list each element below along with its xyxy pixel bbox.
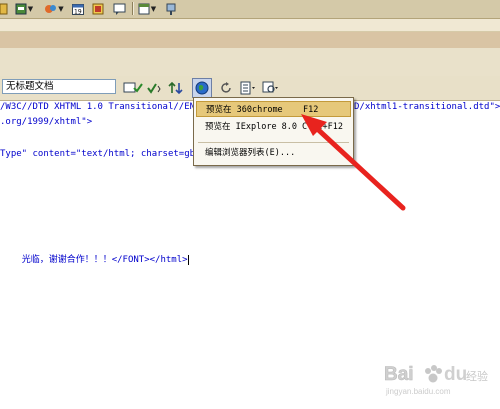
insert-bar-tabs (0, 19, 500, 32)
view-options-icon (240, 81, 255, 95)
server-include-button[interactable] (92, 1, 104, 16)
include-icon (92, 3, 104, 14)
code-line-xmlns: .org/1999/xhtml"> (0, 117, 93, 127)
validate-icon (147, 83, 161, 94)
chevron-down-icon: ▼ (58, 4, 64, 13)
menu-item-shortcut: Ctrl+F12 (302, 122, 343, 132)
text-cursor (187, 254, 189, 265)
svg-text:du: du (444, 364, 467, 385)
top-toolbar: ▼ ▼ 19 ▼ (0, 0, 500, 19)
svg-text:19: 19 (74, 8, 82, 15)
code-line-body-end: 光临，谢谢合作！！！</FONT></html> (0, 242, 189, 265)
menu-item-preview-360chrome[interactable]: 预览在 360chrome F12 (196, 101, 351, 117)
code-line-doctype: /W3C//DTD XHTML 1.0 Transitional//EN" (0, 102, 201, 112)
tag-chooser-button[interactable] (164, 1, 178, 16)
toolbar-separator (132, 2, 133, 15)
browser-check-icon (123, 82, 143, 93)
refresh-button[interactable] (219, 80, 233, 96)
code-line-text: 光临，谢谢合作！！！</FONT></html> (21, 255, 188, 265)
svg-text:Bai: Bai (384, 364, 414, 385)
comment-icon (113, 3, 125, 15)
title-input[interactable] (2, 79, 116, 94)
menu-item-label: 编辑浏览器列表(E)... (205, 148, 296, 158)
preview-browser-menu: 预览在 360chrome F12 预览在 IExplore 8.0 Ctrl+… (193, 97, 354, 166)
templates-button[interactable]: ▼ (42, 1, 66, 16)
code-line-meta: Type" content="text/html; charset=gb2 (0, 149, 201, 159)
visual-aids-button[interactable] (262, 80, 280, 96)
menu-separator (198, 142, 349, 143)
toolbar-gap (0, 48, 500, 76)
file-management-button[interactable] (168, 80, 186, 96)
menu-item-shortcut: F12 (303, 105, 319, 115)
comment-button[interactable] (112, 1, 126, 16)
media-icon (15, 3, 27, 14)
menu-item-preview-iexplore[interactable]: 预览在 IExplore 8.0 Ctrl+F12 (196, 119, 351, 135)
menu-item-edit-browser-list[interactable]: 编辑浏览器列表(E)... (196, 145, 351, 161)
tag-icon (166, 3, 176, 15)
head-button[interactable]: ▼ (136, 1, 158, 16)
visual-aids-icon (262, 81, 278, 93)
globe-icon (195, 81, 209, 95)
svg-text:jingyan.baidu.com: jingyan.baidu.com (385, 387, 451, 396)
baidu-watermark: Bai du 经验 jingyan.baidu.com (382, 356, 496, 398)
image-icon[interactable] (0, 1, 8, 16)
menu-item-label: 预览在 360chrome (206, 105, 283, 115)
document-tab-bar (0, 32, 500, 48)
preview-in-browser-button[interactable] (192, 78, 212, 98)
code-line-dtd: D/xhtml1-transitional.dtd"> (354, 102, 500, 112)
svg-text:经验: 经验 (466, 369, 488, 383)
up-down-arrows-icon (168, 81, 183, 95)
baidu-logo: Bai du 经验 jingyan.baidu.com (384, 364, 488, 396)
validate-markup-button[interactable] (146, 80, 162, 96)
date-button[interactable]: 19 (72, 1, 84, 16)
chevron-down-icon: ▼ (150, 4, 157, 13)
menu-item-label: 预览在 IExplore 8.0 (205, 122, 298, 132)
media-button[interactable]: ▼ (12, 1, 36, 16)
refresh-icon (221, 82, 231, 93)
templates-icon (45, 4, 57, 13)
chevron-down-icon: ▼ (27, 4, 34, 13)
view-options-button[interactable] (239, 80, 257, 96)
calendar-icon: 19 (72, 3, 84, 15)
head-icon (138, 3, 150, 14)
no-browser-check-button[interactable] (123, 80, 143, 96)
